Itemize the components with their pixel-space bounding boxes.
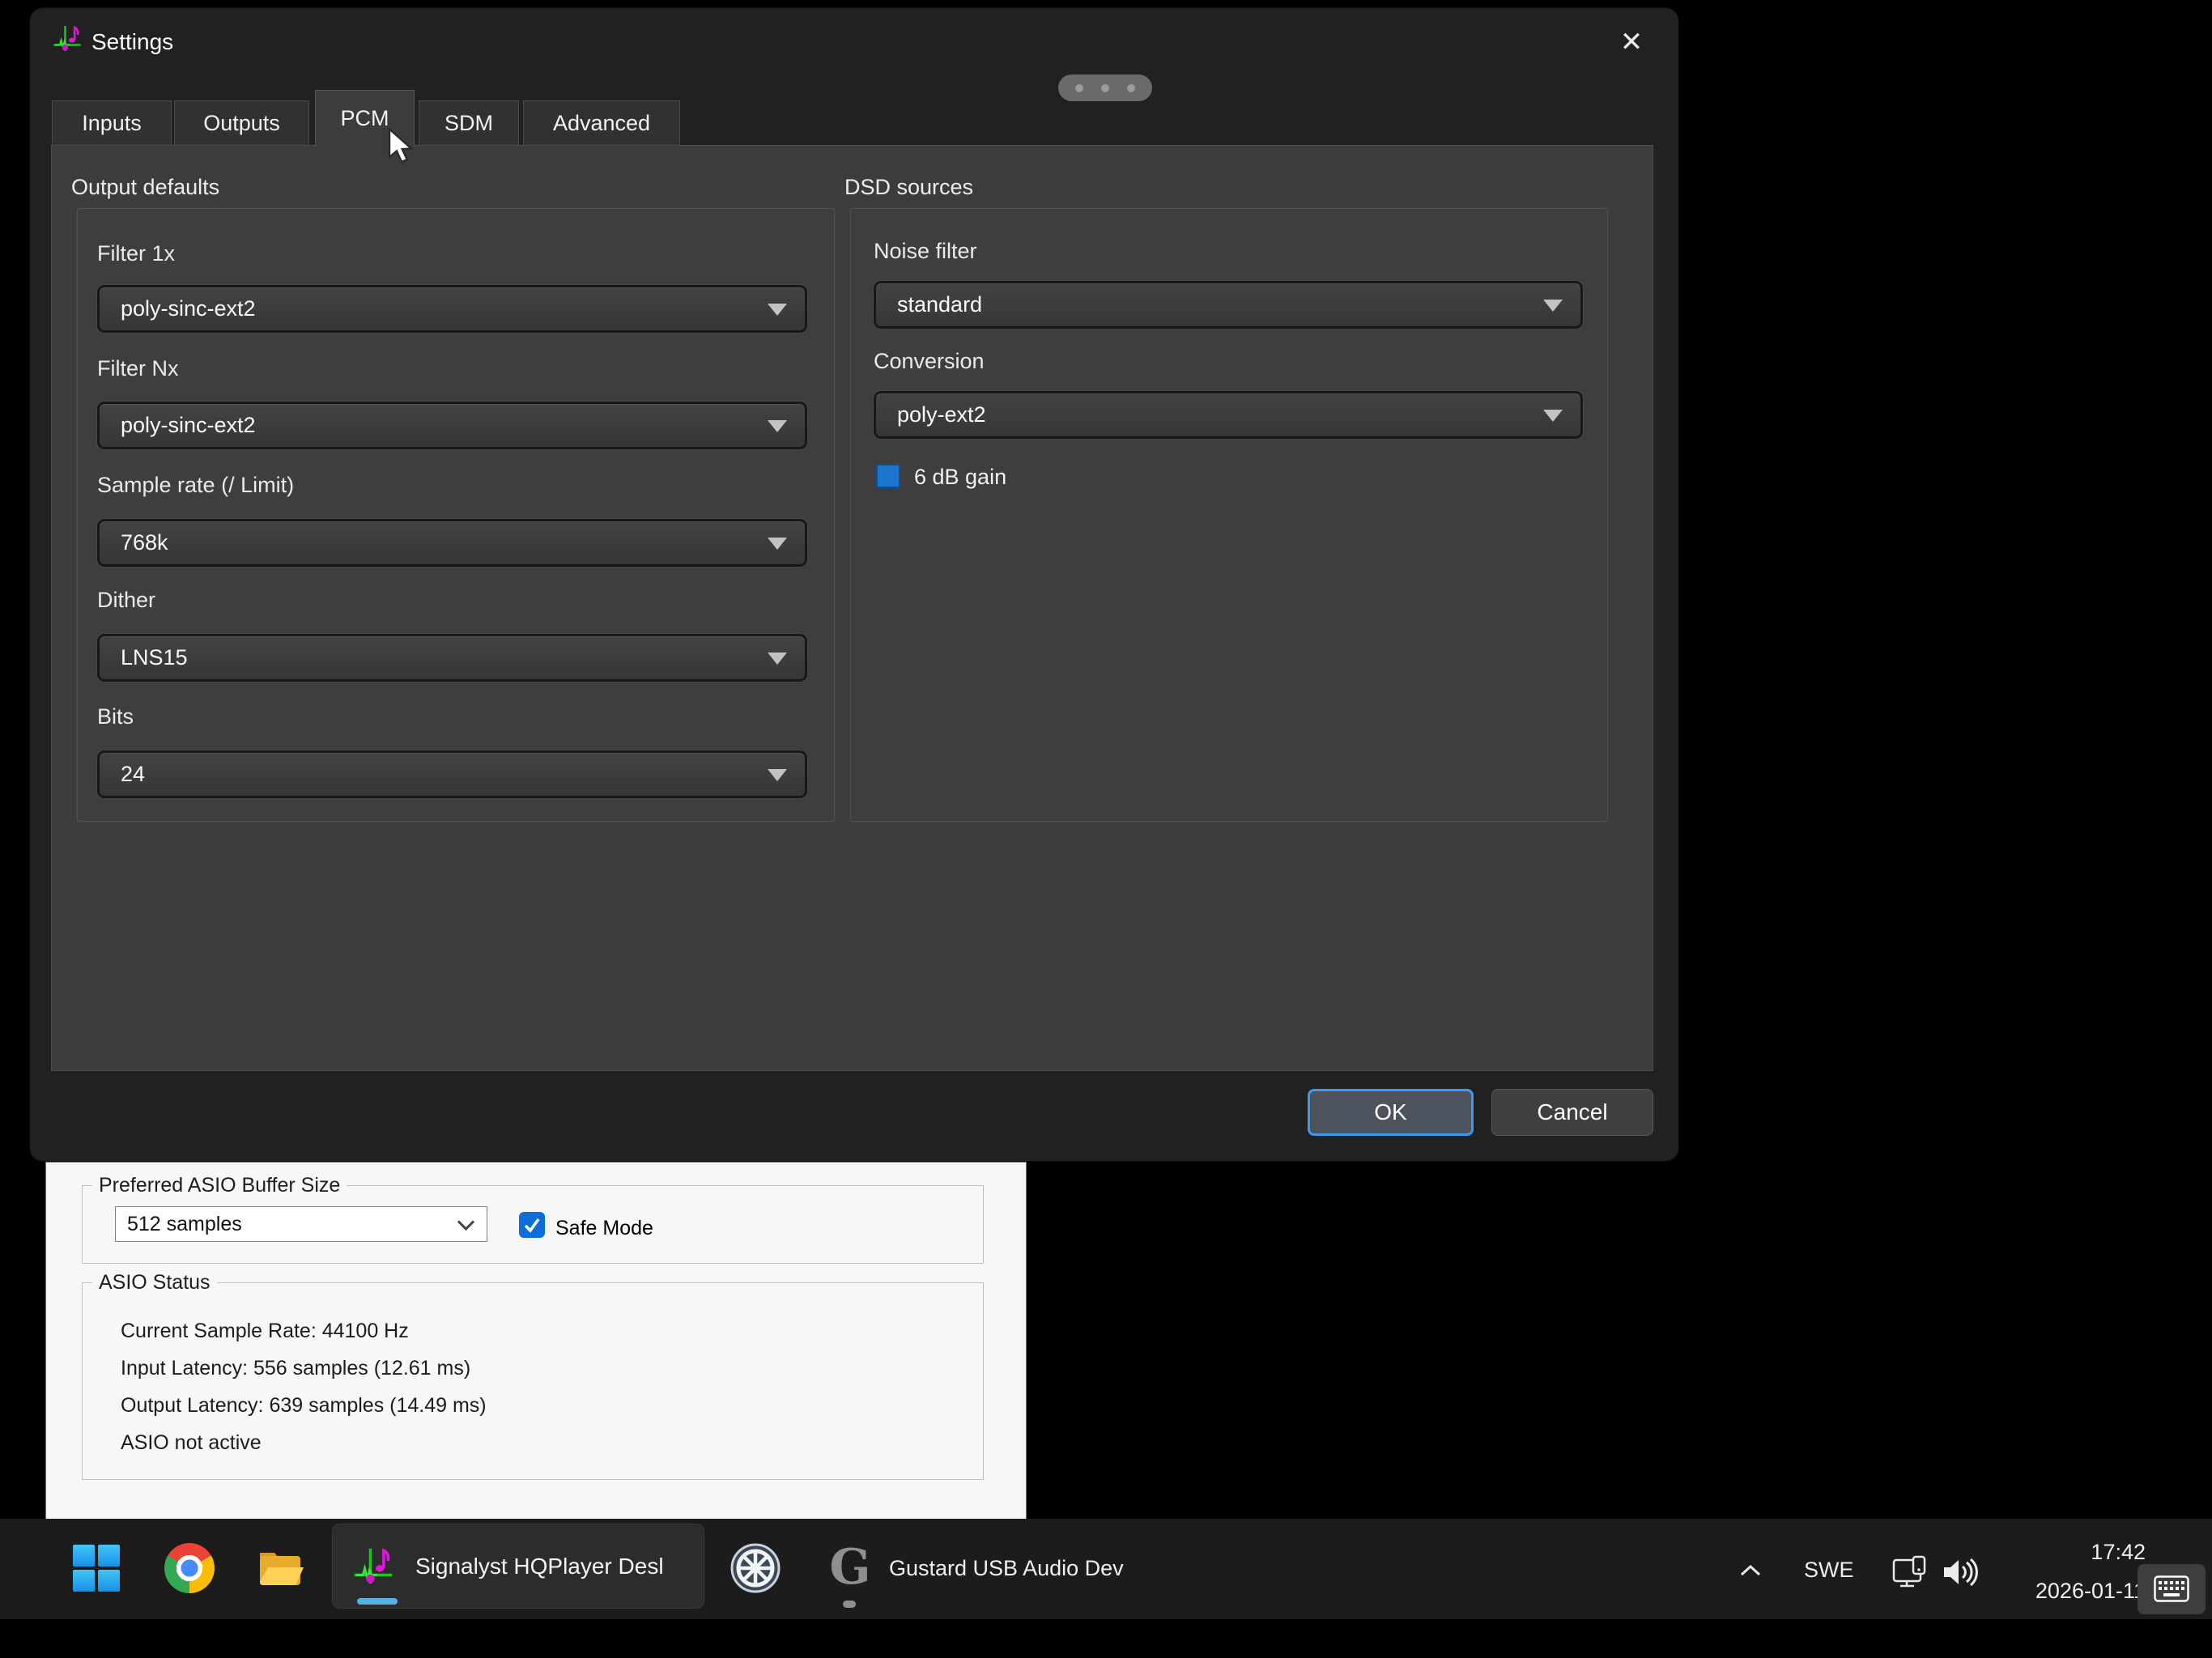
asio-control-panel: Preferred ASIO Buffer Size 512 samples S… (46, 1163, 1026, 1519)
filter-1x-label: Filter 1x (97, 241, 175, 266)
tab-outputs[interactable]: Outputs (174, 100, 309, 146)
asio-status-lines: Current Sample Rate: 44100 Hz Input Late… (121, 1312, 487, 1461)
hqplayer-taskbar-button[interactable]: Signalyst HQPlayer Desl (332, 1524, 704, 1609)
dither-select[interactable]: LNS15 (97, 634, 807, 682)
pcm-tab-page: Output defaults Filter 1x poly-sinc-ext2… (51, 145, 1653, 1071)
asio-status-caption: ASIO Status (92, 1271, 217, 1295)
dither-value: LNS15 (121, 645, 188, 670)
tray-overflow-button[interactable] (1734, 1559, 1767, 1582)
wheel-icon (730, 1543, 781, 1593)
hqplayer-logo-icon (351, 1544, 396, 1589)
safe-mode-label: Safe Mode (555, 1217, 653, 1240)
noise-filter-value: standard (897, 292, 982, 317)
sample-rate-label: Sample rate (/ Limit) (97, 473, 294, 498)
filter-1x-select[interactable]: poly-sinc-ext2 (97, 285, 807, 333)
gustard-taskbar-label[interactable]: Gustard USB Audio Dev (889, 1556, 1124, 1581)
chrome-button[interactable] (164, 1543, 215, 1593)
active-app-indicator (357, 1598, 398, 1605)
buffer-size-group: Preferred ASIO Buffer Size 512 samples S… (82, 1185, 984, 1264)
clock-date[interactable]: 2026-01-11 (2000, 1579, 2146, 1604)
chevron-down-icon (768, 653, 787, 665)
sample-rate-select[interactable]: 768k (97, 519, 807, 567)
tab-advanced[interactable]: Advanced (523, 100, 680, 146)
chevron-down-icon (768, 538, 787, 550)
keyboard-icon (2154, 1575, 2189, 1603)
display-device-icon (1891, 1553, 1929, 1592)
dsd-sources-caption: DSD sources (844, 175, 973, 200)
chevron-down-icon (768, 304, 787, 316)
check-icon (519, 1212, 545, 1238)
filter-1x-value: poly-sinc-ext2 (121, 296, 256, 321)
ok-button[interactable]: OK (1308, 1089, 1474, 1136)
touch-keyboard-button[interactable] (2138, 1564, 2206, 1614)
chevron-down-icon (457, 1214, 474, 1231)
dialog-title: Settings (91, 29, 173, 55)
drag-handle[interactable] (1058, 74, 1152, 101)
conversion-select[interactable]: poly-ext2 (874, 391, 1583, 439)
cancel-button[interactable]: Cancel (1491, 1089, 1653, 1136)
volume-button[interactable] (1940, 1554, 1979, 1590)
buffer-size-value: 512 samples (127, 1213, 242, 1236)
clock-time[interactable]: 17:42 (2000, 1540, 2146, 1565)
output-defaults-group: Filter 1x poly-sinc-ext2 Filter Nx poly-… (77, 208, 835, 822)
dither-label: Dither (97, 588, 155, 613)
taskbar: Signalyst HQPlayer Desl G Gustard USB Au… (0, 1519, 2212, 1619)
asio-status-group: ASIO Status Current Sample Rate: 44100 H… (82, 1282, 984, 1480)
mouse-cursor (387, 128, 416, 167)
chevron-down-icon (1543, 410, 1563, 422)
chrome-icon (164, 1543, 215, 1593)
sample-rate-value: 768k (121, 530, 168, 555)
dsd-sources-group: Noise filter standard Conversion poly-ex… (850, 208, 1608, 822)
close-button[interactable]: ✕ (1612, 23, 1651, 62)
settings-dialog: Settings ✕ Inputs Outputs PCM SDM Advanc… (30, 8, 1678, 1161)
tab-sdm[interactable]: SDM (419, 100, 519, 146)
language-indicator[interactable]: SWE (1804, 1558, 1854, 1583)
chevron-up-icon (1739, 1564, 1762, 1577)
chevron-down-icon (768, 420, 787, 432)
gustard-logo-icon: G (829, 1543, 870, 1592)
output-defaults-caption: Output defaults (71, 175, 219, 200)
hqplayer-logo-icon (51, 23, 83, 55)
tab-inputs[interactable]: Inputs (52, 100, 172, 146)
windows-logo-icon (72, 1544, 121, 1592)
chevron-down-icon (768, 769, 787, 781)
bits-select[interactable]: 24 (97, 750, 807, 798)
safe-mode-checkbox[interactable] (519, 1212, 545, 1238)
running-app-indicator (843, 1601, 856, 1608)
chevron-down-icon (1543, 300, 1563, 312)
conversion-value: poly-ext2 (897, 402, 986, 427)
noise-filter-label: Noise filter (874, 239, 977, 264)
gustard-taskbar-button[interactable]: G (826, 1541, 874, 1593)
network-display-button[interactable] (1890, 1551, 1930, 1593)
file-explorer-button[interactable] (257, 1545, 304, 1592)
status-line: Input Latency: 556 samples (12.61 ms) (121, 1350, 487, 1387)
gain-checkbox-label: 6 dB gain (914, 465, 1006, 490)
conversion-label: Conversion (874, 349, 985, 374)
filter-nx-value: poly-sinc-ext2 (121, 413, 256, 438)
bits-value: 24 (121, 762, 145, 787)
start-button[interactable] (71, 1543, 121, 1593)
folder-icon (257, 1545, 304, 1592)
status-line: Current Sample Rate: 44100 Hz (121, 1312, 487, 1350)
filter-nx-select[interactable]: poly-sinc-ext2 (97, 402, 807, 449)
buffer-size-caption: Preferred ASIO Buffer Size (92, 1174, 347, 1197)
noise-filter-select[interactable]: standard (874, 281, 1583, 329)
filter-nx-label: Filter Nx (97, 356, 179, 381)
buffer-size-combobox[interactable]: 512 samples (115, 1206, 487, 1242)
wheel-app-button[interactable] (730, 1542, 781, 1594)
hqplayer-taskbar-label: Signalyst HQPlayer Desl (415, 1554, 664, 1579)
status-line: Output Latency: 639 samples (14.49 ms) (121, 1387, 487, 1424)
status-line: ASIO not active (121, 1424, 487, 1461)
speaker-icon (1941, 1556, 1978, 1588)
bits-label: Bits (97, 704, 134, 729)
gain-checkbox[interactable] (876, 464, 900, 488)
